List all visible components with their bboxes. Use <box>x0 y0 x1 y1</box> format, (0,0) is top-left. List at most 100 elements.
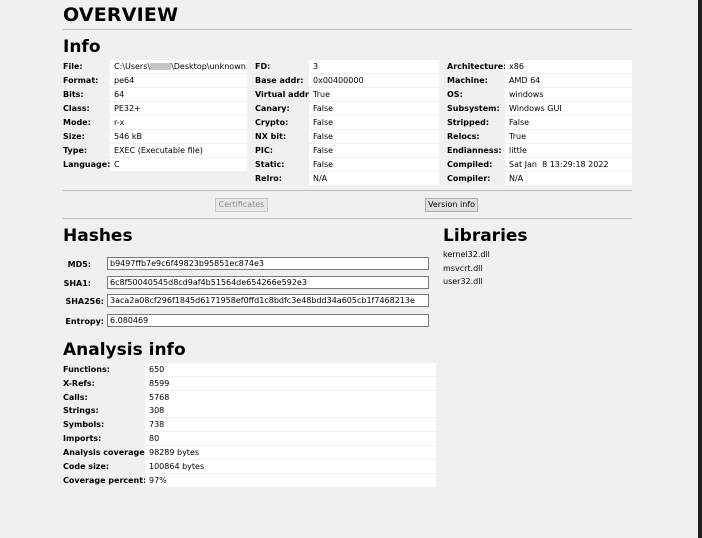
info-value[interactable]: False <box>309 130 439 143</box>
info-label: Subsystem: <box>447 104 500 113</box>
info-value[interactable]: r-x <box>110 116 247 129</box>
info-label: PIC: <box>255 146 273 155</box>
analysis-row-symbols: Symbols: 738 <box>63 418 436 431</box>
info-value[interactable]: 546 kB <box>110 130 247 143</box>
info-label: Format: <box>63 76 99 85</box>
info-row-compiled: Compiled: Sat Jan 8 13:29:18 2022 <box>447 158 632 171</box>
analysis-label: Code size: <box>63 462 110 471</box>
info-value[interactable]: EXEC (Executable file) <box>110 144 247 157</box>
info-value[interactable]: False <box>309 102 439 115</box>
divider <box>63 218 632 219</box>
info-label: Canary: <box>255 104 290 113</box>
analysis-label: Symbols: <box>63 420 105 429</box>
info-row-subsystem: Subsystem: Windows GUI <box>447 102 632 115</box>
sha256-field[interactable]: 3aca2a08cf296f1845d6171958ef0ffd1c8bdfc3… <box>107 294 429 307</box>
info-value[interactable]: x86 <box>505 60 632 73</box>
analysis-value[interactable]: 650 <box>145 363 436 376</box>
info-label: Machine: <box>447 76 488 85</box>
libraries-title: Libraries <box>443 226 528 246</box>
info-value[interactable]: False <box>309 158 439 171</box>
sha1-field[interactable]: 6c8f50040545d8cd9af4b51564de654266e592e3 <box>107 276 429 289</box>
info-row-file: File: C:\Users\ \Desktop\unknown.exe <box>63 60 247 73</box>
info-value[interactable]: False <box>505 116 632 129</box>
md5-field[interactable]: b9497ffb7e9c6f49823b95851ec874e3 <box>107 257 429 270</box>
info-value[interactable]: Sat Jan 8 13:29:18 2022 <box>505 158 632 171</box>
info-value[interactable]: little <box>505 144 632 157</box>
library-item[interactable]: user32.dll <box>443 277 483 286</box>
info-row-mode: Mode: r-x <box>63 116 247 129</box>
info-row-endianness: Endianness: little <box>447 144 632 157</box>
file-path-value[interactable]: C:\Users\ \Desktop\unknown.exe <box>110 60 247 73</box>
info-value[interactable]: N/A <box>505 172 632 185</box>
info-row-type: Type: EXEC (Executable file) <box>63 144 247 157</box>
analysis-label: Functions: <box>63 365 110 374</box>
analysis-label: Calls: <box>63 393 88 402</box>
divider <box>63 29 632 30</box>
info-value[interactable]: 0x00400000 <box>309 74 439 87</box>
analysis-value[interactable]: 100864 bytes <box>145 460 436 473</box>
analysis-value[interactable]: 98289 bytes <box>145 446 436 459</box>
info-label: Base addr: <box>255 76 304 85</box>
info-value[interactable]: C <box>110 158 247 171</box>
info-label: Stripped: <box>447 118 490 127</box>
info-label: FD: <box>255 62 271 71</box>
info-label: Language: <box>63 160 111 169</box>
info-value[interactable]: 3 <box>309 60 439 73</box>
analysis-label: Imports: <box>63 434 102 443</box>
info-label: Compiler: <box>447 174 491 183</box>
info-row-compiler: Compiler: N/A <box>447 172 632 185</box>
info-row-format: Format: pe64 <box>63 74 247 87</box>
library-item[interactable]: kernel32.dll <box>443 250 490 259</box>
info-label: Compiled: <box>447 160 493 169</box>
analysis-row-coverage: Analysis coverage: 98289 bytes <box>63 446 436 459</box>
redacted-username <box>150 63 172 70</box>
analysis-value[interactable]: 308 <box>145 404 436 417</box>
info-row-pic: PIC: False <box>255 144 439 157</box>
analysis-value[interactable]: 8599 <box>145 377 436 390</box>
info-value[interactable]: True <box>309 88 439 101</box>
info-label: File: <box>63 62 83 71</box>
info-value[interactable]: AMD 64 <box>505 74 632 87</box>
info-label: Type: <box>63 146 88 155</box>
overview-panel: OVERVIEW Info File: C:\Users\ \Desktop\un… <box>0 0 698 538</box>
info-row-size: Size: 546 kB <box>63 130 247 143</box>
analysis-row-imports: Imports: 80 <box>63 432 436 445</box>
overview-title: OVERVIEW <box>63 4 179 26</box>
analysis-row-xrefs: X-Refs: 8599 <box>63 377 436 390</box>
info-label: NX bit: <box>255 132 287 141</box>
analysis-value[interactable]: 80 <box>145 432 436 445</box>
info-row-static: Static: False <box>255 158 439 171</box>
info-value[interactable]: pe64 <box>110 74 247 87</box>
analysis-value[interactable]: 5768 <box>145 391 436 404</box>
info-value[interactable]: PE32+ <box>110 102 247 115</box>
info-value[interactable]: False <box>309 144 439 157</box>
info-value[interactable]: windows <box>505 88 632 101</box>
info-label: Virtual addr: <box>255 90 313 99</box>
info-value[interactable]: N/A <box>309 172 439 185</box>
file-path-suffix: \Desktop\unknown.exe <box>171 62 247 71</box>
info-row-crypto: Crypto: False <box>255 116 439 129</box>
info-row-machine: Machine: AMD 64 <box>447 74 632 87</box>
info-label: Size: <box>63 132 85 141</box>
info-row-architecture: Architecture: x86 <box>447 60 632 73</box>
certificates-button[interactable]: Certificates <box>215 198 268 212</box>
info-label: Endianness: <box>447 146 502 155</box>
info-value[interactable]: False <box>309 116 439 129</box>
info-value[interactable]: 64 <box>110 88 247 101</box>
info-label: Static: <box>255 160 285 169</box>
md5-label: MD5: <box>67 260 91 269</box>
info-row-relro: Relro: N/A <box>255 172 439 185</box>
info-value[interactable]: Windows GUI <box>505 102 632 115</box>
analysis-value[interactable]: 97% <box>145 474 436 487</box>
analysis-row-calls: Calls: 5768 <box>63 391 436 404</box>
info-value[interactable]: True <box>505 130 632 143</box>
info-label: Relocs: <box>447 132 480 141</box>
entropy-field[interactable]: 6.080469 <box>107 314 429 327</box>
library-item[interactable]: msvcrt.dll <box>443 264 483 273</box>
info-row-os: OS: windows <box>447 88 632 101</box>
analysis-title: Analysis info <box>63 340 186 360</box>
sha1-label: SHA1: <box>63 279 91 288</box>
version-info-button[interactable]: Version info <box>425 198 478 212</box>
analysis-value[interactable]: 738 <box>145 418 436 431</box>
info-label: Relro: <box>255 174 282 183</box>
